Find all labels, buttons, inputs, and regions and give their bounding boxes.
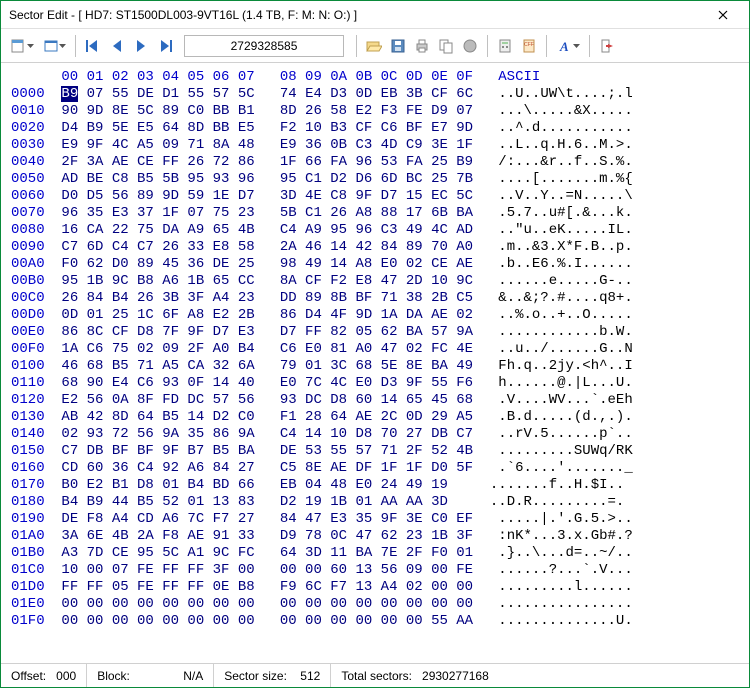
next-sector-button[interactable] (130, 35, 152, 57)
calc-button[interactable] (494, 35, 516, 57)
save-button[interactable] (387, 35, 409, 57)
font-button[interactable]: A (553, 35, 583, 57)
checksum-button[interactable]: CFF (518, 35, 540, 57)
view-menu-button[interactable] (39, 35, 69, 57)
status-totalsectors: Total sectors: 2930277168 (331, 664, 749, 687)
status-block: Block: N/A (87, 664, 214, 687)
sector-number-input[interactable] (184, 35, 344, 57)
close-button[interactable] (703, 5, 743, 25)
window-title: Sector Edit - [ HD7: ST1500DL003-9VT16L … (7, 8, 703, 22)
toolbar: CFF A (1, 29, 749, 63)
file-menu-button[interactable] (7, 35, 37, 57)
status-sectorsize: Sector size: 512 (214, 664, 331, 687)
svg-text:A: A (559, 39, 569, 54)
titlebar: Sector Edit - [ HD7: ST1500DL003-9VT16L … (1, 1, 749, 29)
first-sector-button[interactable] (82, 35, 104, 57)
svg-text:CFF: CFF (524, 42, 534, 48)
hex-viewer[interactable]: 00 01 02 03 04 05 06 07 08 09 0A 0B 0C 0… (1, 63, 749, 663)
open-button[interactable] (363, 35, 385, 57)
print-button[interactable] (411, 35, 433, 57)
exit-button[interactable] (596, 35, 618, 57)
last-sector-button[interactable] (154, 35, 176, 57)
prev-sector-button[interactable] (106, 35, 128, 57)
status-offset: Offset: 000 (1, 664, 87, 687)
statusbar: Offset: 000 Block: N/A Sector size: 512 … (1, 663, 749, 687)
paste-button[interactable] (459, 35, 481, 57)
copy-button[interactable] (435, 35, 457, 57)
